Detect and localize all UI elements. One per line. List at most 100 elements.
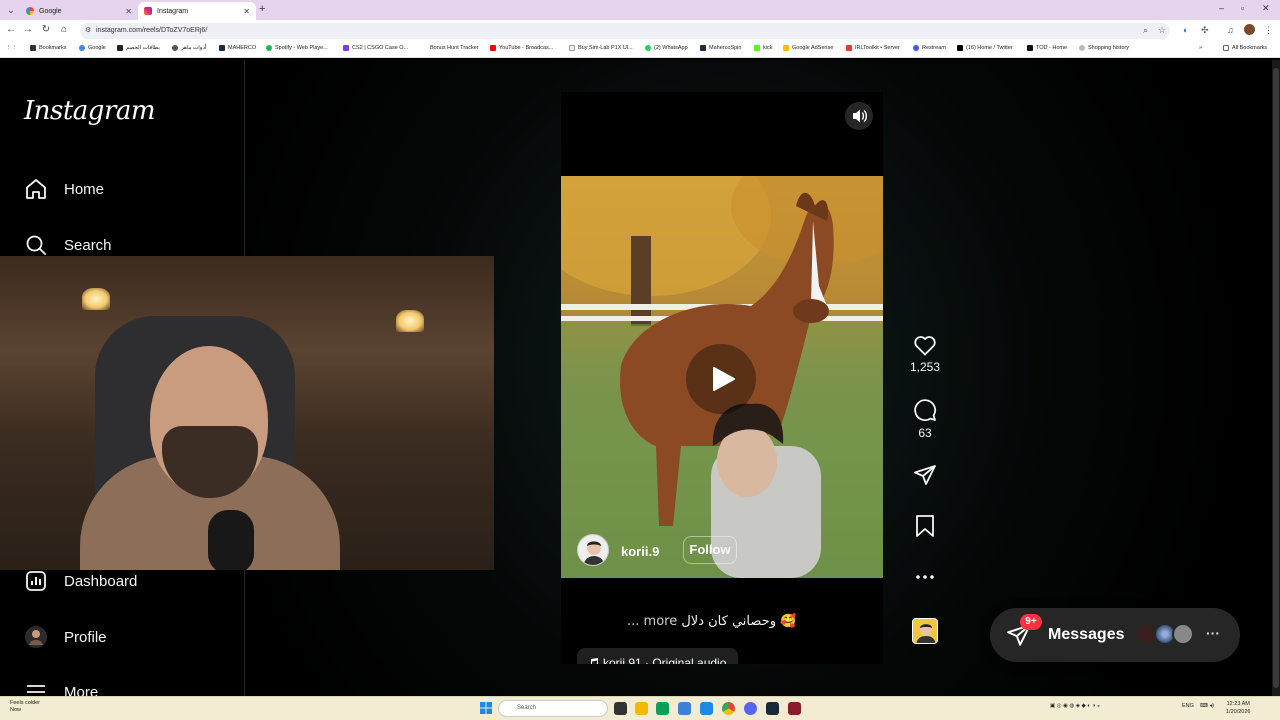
messages-button[interactable]: 9+ Messages ··· <box>990 608 1240 662</box>
windows-start-icon[interactable] <box>480 702 492 714</box>
sidebar-item-more[interactable]: More <box>24 680 98 696</box>
obs-icon[interactable] <box>788 702 801 715</box>
bookmark-item[interactable]: IRLToolkit • Server <box>846 45 900 51</box>
forward-icon[interactable]: → <box>21 24 35 35</box>
media-controls-icon[interactable]: ♫ <box>1227 25 1234 35</box>
page-scrollbar[interactable] <box>1272 60 1280 696</box>
bookmark-item[interactable]: kick <box>754 45 772 51</box>
system-tray-icons[interactable]: ▣ ◎ ◉ ◍ ◈ ◆ ◐ ◑ ◒ <box>1050 703 1100 709</box>
bookmark-star-icon[interactable]: ☆ <box>1158 25 1166 36</box>
bookmark-item[interactable]: MahercoSpin <box>700 45 741 51</box>
discord-icon[interactable] <box>744 702 757 715</box>
history-icon <box>1079 45 1085 51</box>
original-audio-link[interactable]: korii.91 · Original audio <box>577 648 739 664</box>
edge-icon[interactable] <box>656 702 669 715</box>
file-explorer-icon[interactable] <box>635 702 648 715</box>
caption-more-link[interactable]: ... more <box>627 614 677 629</box>
site-info-icon[interactable]: ⚙ <box>85 23 91 39</box>
back-icon[interactable]: ← <box>4 24 18 35</box>
app-icon[interactable] <box>700 702 713 715</box>
bookmark-item[interactable]: CS2 | CSGO Case O... <box>343 45 408 51</box>
bookmark-item[interactable]: Bonus Hunt Tracker <box>430 45 479 51</box>
sidebar-item-profile[interactable]: Profile <box>24 625 107 649</box>
bookmarks-overflow-icon[interactable]: » <box>1199 45 1202 51</box>
reload-icon[interactable]: ↻ <box>39 24 53 35</box>
audio-avatar-illustration <box>916 624 936 643</box>
chrome-icon[interactable] <box>722 702 735 715</box>
bookmark-item[interactable]: Buy Sim-Lab P1X Ul... <box>569 45 633 51</box>
close-tab-icon[interactable]: ✕ <box>125 7 132 16</box>
bookmark-item[interactable]: TOD - Home <box>1027 45 1067 51</box>
bookmark-item[interactable]: YouTube - Broadcas... <box>490 45 553 51</box>
more-horizontal-icon: ··· <box>1206 625 1220 641</box>
browser-menu-icon[interactable]: ⋮ <box>1264 25 1273 36</box>
play-button[interactable] <box>686 344 756 414</box>
bookmark-item[interactable]: Restream <box>913 45 946 51</box>
extension-icon[interactable]: ◐ <box>1183 25 1188 35</box>
taskbar-search-box[interactable]: Search <box>498 700 608 717</box>
bookmark-item[interactable]: Bookmarks <box>30 45 67 51</box>
bookmark-favicon-icon <box>117 45 123 51</box>
like-button[interactable]: 1,253 <box>905 334 945 374</box>
windows-taskbar: Feels colder Now Search ▣ ◎ ◉ ◍ ◈ ◆ ◐ ◑ … <box>0 696 1280 720</box>
play-icon <box>686 344 756 414</box>
sidebar-item-search[interactable]: Search <box>24 233 112 257</box>
reel-video[interactable]: korii.9 Follow ... more وحصاني كان دلال … <box>561 92 883 664</box>
task-view-icon[interactable] <box>614 702 627 715</box>
bookmark-item[interactable]: Google <box>79 45 106 51</box>
sidebar-item-dashboard[interactable]: Dashboard <box>24 569 137 593</box>
audio-thumbnail[interactable] <box>912 618 938 644</box>
apps-grid-icon[interactable]: ⋮⋮ <box>6 45 17 51</box>
sidebar-item-home[interactable]: Home <box>24 177 104 201</box>
more-options-button[interactable] <box>905 565 945 593</box>
instagram-logo[interactable]: Instagram <box>24 96 156 126</box>
network-volume-icons[interactable]: ⌨ ◂) <box>1200 703 1214 709</box>
author-avatar[interactable] <box>577 534 609 566</box>
share-button[interactable] <box>905 463 945 491</box>
weather-widget[interactable]: Feels colder Now <box>10 700 40 714</box>
minimize-icon[interactable]: – <box>1219 3 1224 13</box>
url-field[interactable]: ⚙ instagram.com/reels/DToZV7oERj6/ <box>80 23 1170 39</box>
close-tab-icon[interactable]: ✕ <box>243 7 250 16</box>
send-icon <box>914 465 936 485</box>
bookmark-item[interactable]: بطاقات الخصم <box>117 45 160 51</box>
follow-button[interactable]: Follow <box>683 536 737 564</box>
taskbar-clock[interactable]: 12:23 AM 1/20/2026 <box>1226 700 1250 716</box>
home-button-icon[interactable]: ⌂ <box>57 24 71 35</box>
tab-instagram[interactable]: Instagram ✕ <box>138 2 256 20</box>
zoom-icon[interactable]: ⌕ <box>1143 25 1148 36</box>
bookmark-item[interactable]: أدوات ماهر <box>172 45 206 51</box>
close-window-icon[interactable]: ✕ <box>1262 3 1270 14</box>
bookmarks-bar: ⋮⋮ Bookmarks Google بطاقات الخصم أدوات م… <box>0 42 1280 58</box>
audio-toggle-button[interactable] <box>845 102 873 130</box>
browser-tab-bar: ⌄ Google ✕ Instagram ✕ + – ▫ ✕ <box>0 0 1280 20</box>
steam-icon[interactable] <box>766 702 779 715</box>
all-bookmarks-folder[interactable]: All Bookmarks <box>1223 45 1267 51</box>
language-indicator[interactable]: ENG <box>1182 703 1194 709</box>
bookmark-item[interactable]: Spotify - Web Playe... <box>266 45 328 51</box>
reel-caption[interactable]: ... more وحصاني كان دلال 🥰 <box>627 614 796 629</box>
menu-icon <box>27 685 45 693</box>
address-bar-row: ← → ↻ ⌂ ⚙ instagram.com/reels/DToZV7oERj… <box>0 20 1280 42</box>
author-username[interactable]: korii.9 <box>621 544 659 559</box>
scrollbar-thumb[interactable] <box>1273 68 1279 688</box>
bookmark-icon <box>916 515 934 537</box>
extensions-puzzle-icon[interactable]: ✣ <box>1201 25 1209 36</box>
restore-icon[interactable]: ▫ <box>1241 3 1244 13</box>
bookmark-item[interactable]: Google AdSense <box>783 45 833 51</box>
tab-google[interactable]: Google ✕ <box>20 2 138 20</box>
bookmark-item[interactable]: (2) WhatsApp <box>645 45 688 51</box>
new-tab-button[interactable]: + <box>259 3 265 15</box>
comment-button[interactable]: 63 <box>905 398 945 440</box>
browser-profile-avatar[interactable] <box>1244 24 1255 35</box>
weather-line2: Now <box>10 707 22 713</box>
save-button[interactable] <box>905 514 945 542</box>
lamp-shape <box>396 310 424 332</box>
twitter-icon <box>957 45 963 51</box>
bookmark-item[interactable]: MAHERCO <box>219 45 256 51</box>
store-icon[interactable] <box>678 702 691 715</box>
youtube-icon <box>490 45 496 51</box>
tab-search-menu-icon[interactable]: ⌄ <box>4 3 18 17</box>
bookmark-item[interactable]: (16) Home / Twitter <box>957 45 1013 51</box>
bookmark-item[interactable]: Shopping history <box>1079 45 1129 51</box>
